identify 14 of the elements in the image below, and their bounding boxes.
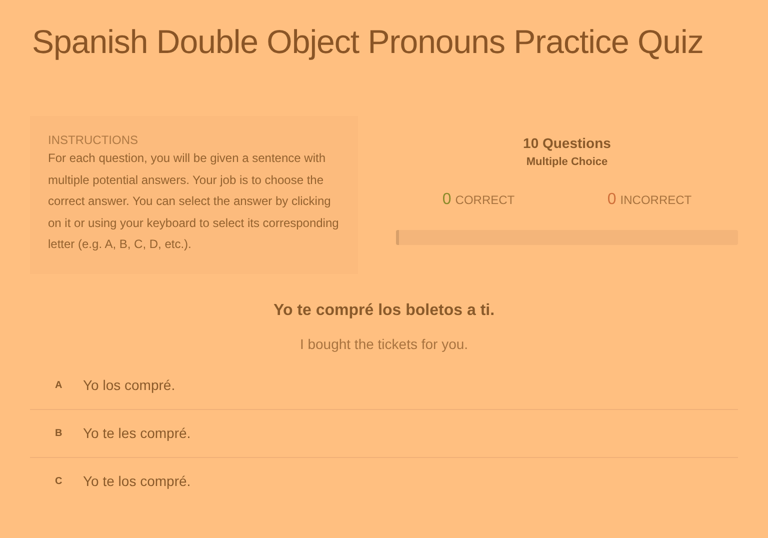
incorrect-label: INCORRECT: [620, 192, 692, 209]
question-translation: I bought the tickets for you.: [300, 334, 468, 354]
instructions-text: For each question, you will be given a sentence with multiple potential answers. Your job is to choose the correct answer. You can select the answer by clicking on it or using your keyboard to select its corresponding letter (e.g. A, B, C, D, etc.).: [48, 150, 340, 253]
correct-label: CORRECT: [455, 192, 515, 209]
answer-option[interactable]: B Yo te les compré.: [30, 410, 738, 458]
question-count: 10 Questions: [523, 134, 611, 152]
correct-count: 0: [442, 190, 452, 210]
question-sentence: Yo te compré los boletos a ti.: [273, 300, 495, 320]
instructions-heading: INSTRUCTIONS: [48, 132, 139, 148]
question-type: Multiple Choice: [526, 155, 608, 170]
answer-option[interactable]: C Yo te los compré.: [30, 458, 738, 506]
answer-option[interactable]: A Yo los compré.: [30, 362, 738, 410]
quiz-title: Spanish Double Object Pronouns Practice Quiz: [31, 22, 704, 62]
incorrect-count: 0: [607, 190, 616, 210]
